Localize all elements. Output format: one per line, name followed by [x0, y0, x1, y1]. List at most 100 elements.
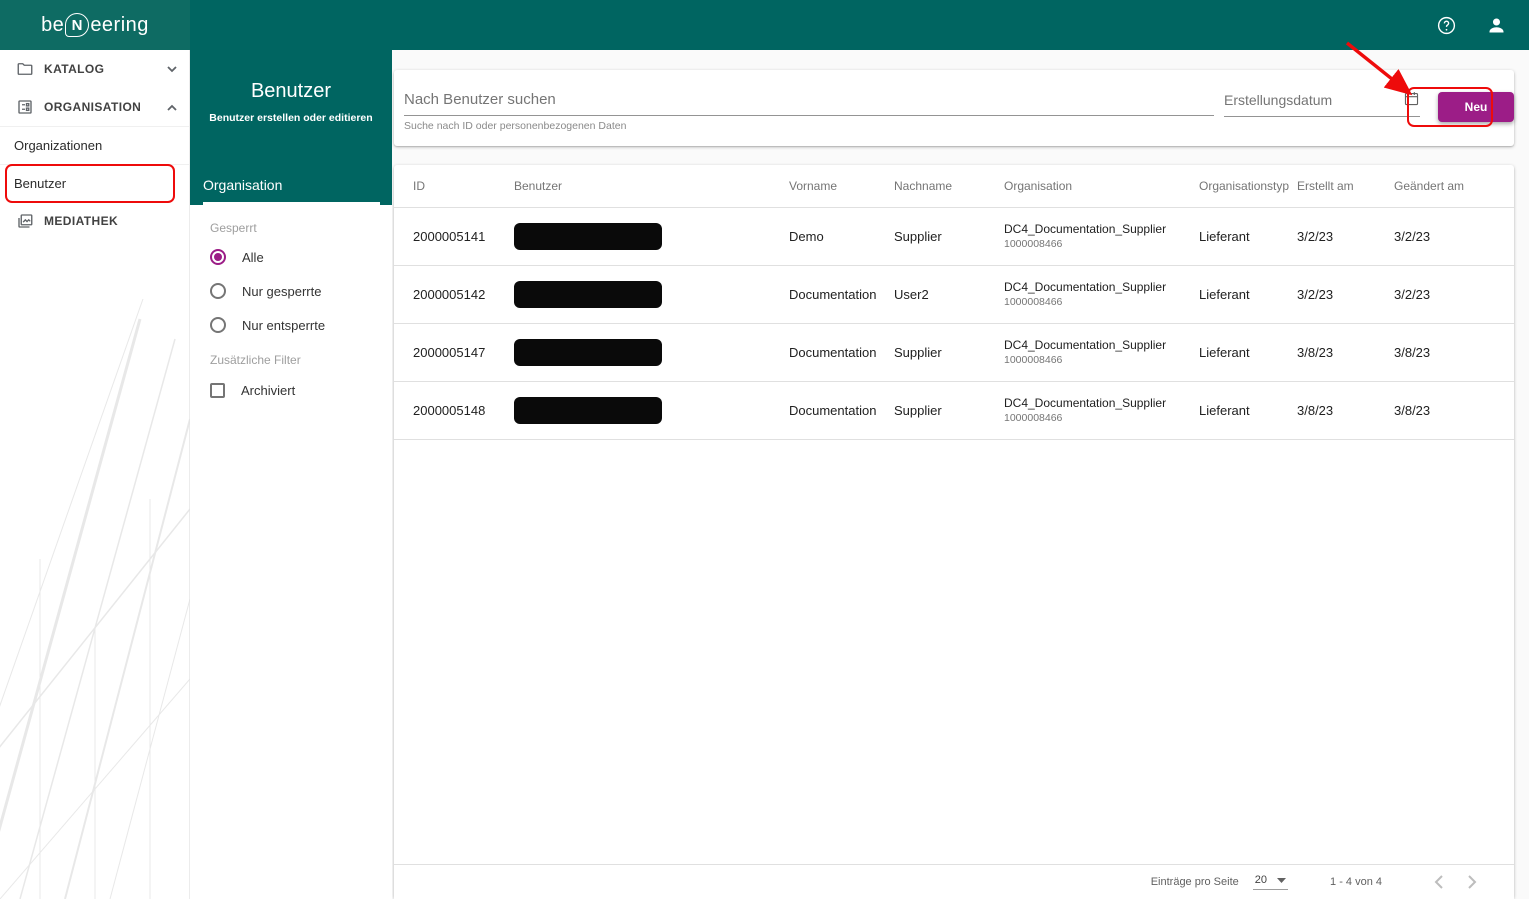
table-row[interactable]: 2000005142 Documentation User2 DC4_Docum… [394, 265, 1514, 323]
radio-selected-icon [210, 249, 226, 265]
organisation-id: 1000008466 [1004, 238, 1183, 250]
table-row[interactable]: 2000005141 Demo Supplier DC4_Documentati… [394, 207, 1514, 265]
panel-header: Benutzer Benutzer erstellen oder editier… [190, 50, 392, 205]
col-vorname[interactable]: Vorname [781, 165, 886, 207]
cell-organisation: DC4_Documentation_Supplier 1000008466 [996, 207, 1191, 265]
cell-vorname: Documentation [781, 265, 886, 323]
radio-unselected-icon [210, 283, 226, 299]
cell-id: 2000005148 [394, 381, 506, 439]
cell-nachname: Supplier [886, 207, 996, 265]
cell-erstellt-am: 3/2/23 [1289, 207, 1386, 265]
cell-benutzer [506, 207, 781, 265]
cell-vorname: Documentation [781, 323, 886, 381]
radio-label: Alle [242, 250, 264, 265]
checkbox-label: Archiviert [241, 383, 295, 398]
filter-body: Gesperrt Alle Nur gesperrte Nur entsperr… [190, 205, 392, 398]
table-row[interactable]: 2000005147 Documentation Supplier DC4_Do… [394, 323, 1514, 381]
checkbox-icon [210, 383, 225, 398]
sidebar-item-benutzer[interactable]: Benutzer [0, 164, 189, 202]
cell-benutzer [506, 381, 781, 439]
page-range-label: 1 - 4 von 4 [1330, 876, 1382, 888]
zusatz-section-label: Zusätzliche Filter [210, 353, 392, 367]
cell-nachname: Supplier [886, 381, 996, 439]
app-logo: beNeering [41, 13, 149, 37]
organisation-id: 1000008466 [1004, 354, 1183, 366]
sidebar-nav: KATALOG ORGANISATION Organizationen Benu… [0, 50, 189, 240]
per-page-label: Einträge pro Seite [1151, 876, 1239, 888]
date-field-wrap [1224, 84, 1420, 117]
filter-panel: Benutzer Benutzer erstellen oder editier… [190, 50, 392, 899]
cell-nachname: User2 [886, 265, 996, 323]
users-table: ID Benutzer Vorname Nachname Organisatio… [394, 165, 1514, 440]
page-title: Benutzer [190, 50, 392, 103]
checkbox-archiviert[interactable]: Archiviert [210, 383, 392, 398]
page-subtitle: Benutzer erstellen oder editieren [190, 112, 392, 124]
dropdown-caret-icon [1277, 878, 1286, 883]
col-nachname[interactable]: Nachname [886, 165, 996, 207]
cell-vorname: Demo [781, 207, 886, 265]
sidebar-item-mediathek[interactable]: MEDIATHEK [0, 202, 189, 240]
sidebar-item-organisation[interactable]: ORGANISATION [0, 88, 189, 126]
person-icon[interactable] [1479, 8, 1513, 42]
cell-id: 2000005142 [394, 265, 506, 323]
table-row[interactable]: 2000005148 Documentation Supplier DC4_Do… [394, 381, 1514, 439]
organisation-id: 1000008466 [1004, 296, 1183, 308]
organisation-name: DC4_Documentation_Supplier [1004, 338, 1183, 352]
users-table-wrap: ID Benutzer Vorname Nachname Organisatio… [394, 165, 1514, 864]
cell-benutzer [506, 323, 781, 381]
sidebar-item-organizationen[interactable]: Organizationen [0, 126, 189, 164]
radio-alle[interactable]: Alle [210, 249, 392, 265]
cell-erstellt-am: 3/8/23 [1289, 323, 1386, 381]
users-table-card: ID Benutzer Vorname Nachname Organisatio… [394, 165, 1514, 899]
col-geaendert-am[interactable]: Geändert am [1386, 165, 1514, 207]
cell-organisationstyp: Lieferant [1191, 265, 1289, 323]
topbar: beNeering [0, 0, 1529, 50]
radio-nur-entsperrte[interactable]: Nur entsperrte [210, 317, 392, 333]
gesperrt-section-label: Gesperrt [210, 221, 392, 235]
cell-organisation: DC4_Documentation_Supplier 1000008466 [996, 381, 1191, 439]
col-organisation[interactable]: Organisation [996, 165, 1191, 207]
cell-organisationstyp: Lieferant [1191, 323, 1289, 381]
cell-geaendert-am: 3/8/23 [1386, 381, 1514, 439]
radio-nur-gesperrte[interactable]: Nur gesperrte [210, 283, 392, 299]
cell-benutzer [506, 265, 781, 323]
cell-erstellt-am: 3/8/23 [1289, 381, 1386, 439]
creation-date-input[interactable] [1224, 84, 1420, 117]
radio-unselected-icon [210, 317, 226, 333]
organisation-id: 1000008466 [1004, 412, 1183, 424]
search-field-wrap: Suche nach ID oder personenbezogenen Dat… [404, 84, 1214, 132]
search-hint: Suche nach ID oder personenbezogenen Dat… [404, 120, 1214, 132]
cell-id: 2000005147 [394, 323, 506, 381]
logo-area: beNeering [0, 0, 190, 50]
redacted-username [514, 223, 662, 250]
next-page-icon[interactable] [1458, 868, 1486, 896]
redacted-username [514, 339, 662, 366]
col-organisationstyp[interactable]: Organisationstyp [1191, 165, 1289, 207]
paginator: Einträge pro Seite 20 1 - 4 von 4 [394, 864, 1514, 899]
chevron-down-icon [167, 62, 177, 76]
calendar-icon[interactable] [1403, 90, 1420, 112]
page-size-value: 20 [1255, 874, 1267, 886]
cell-organisation: DC4_Documentation_Supplier 1000008466 [996, 323, 1191, 381]
sidebar-subitem-label: Organizationen [14, 138, 102, 153]
tab-organisation[interactable]: Organisation [203, 177, 380, 205]
col-id[interactable]: ID [394, 165, 506, 207]
help-icon[interactable] [1429, 8, 1463, 42]
sidebar-item-label: MEDIATHEK [44, 214, 118, 228]
col-erstellt-am[interactable]: Erstellt am [1289, 165, 1386, 207]
new-user-button[interactable]: Neu [1438, 92, 1514, 122]
cell-geaendert-am: 3/2/23 [1386, 207, 1514, 265]
search-input[interactable] [404, 84, 1214, 116]
sidebar-subitem-label: Benutzer [14, 176, 66, 191]
cell-organisation: DC4_Documentation_Supplier 1000008466 [996, 265, 1191, 323]
prev-page-icon[interactable] [1424, 868, 1452, 896]
cell-id: 2000005141 [394, 207, 506, 265]
col-benutzer[interactable]: Benutzer [506, 165, 781, 207]
page-size-select[interactable]: 20 [1253, 874, 1288, 890]
organisation-name: DC4_Documentation_Supplier [1004, 222, 1183, 236]
mediathek-icon [16, 212, 34, 230]
sidebar-item-katalog[interactable]: KATALOG [0, 50, 189, 88]
topbar-actions [1429, 0, 1529, 50]
cell-erstellt-am: 3/2/23 [1289, 265, 1386, 323]
cell-geaendert-am: 3/2/23 [1386, 265, 1514, 323]
